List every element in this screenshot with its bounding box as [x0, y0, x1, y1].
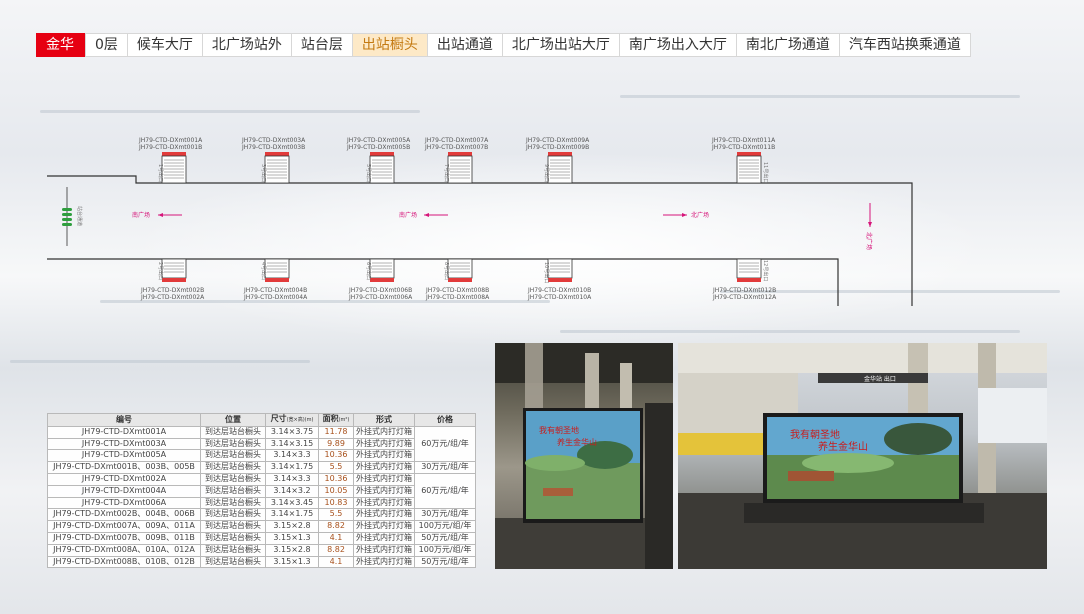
svg-text:JH79-CTD-DXmt010B: JH79-CTD-DXmt010B	[527, 287, 591, 294]
col-position: 位置	[200, 413, 266, 427]
svg-text:JH79-CTD-DXmt001B: JH79-CTD-DXmt001B	[138, 144, 202, 151]
price-cell: 50万元/组/年	[414, 555, 476, 569]
svg-text:JH79-CTD-DXmt009A: JH79-CTD-DXmt009A	[525, 137, 590, 144]
exit-top-5: JH79-CTD-DXmt005A JH79-CTD-DXmt005B 5号出口	[346, 137, 411, 184]
exit-bottom-2: 2号出口 JH79-CTD-DXmt002B JH79-CTD-DXmt002A	[140, 258, 205, 301]
svg-text:JH79-CTD-DXmt002B: JH79-CTD-DXmt002B	[140, 287, 204, 294]
price-cell: 100万元/组/年	[414, 520, 476, 533]
photo-exit-lightbox-1: 我有朝圣地 养生金华山	[495, 343, 673, 569]
exit-bottom-10: 10号出口 JH79-CTD-DXmt010B JH79-CTD-DXmt010…	[527, 258, 592, 301]
svg-text:JH79-CTD-DXmt006B: JH79-CTD-DXmt006B	[348, 287, 412, 294]
svg-text:JH79-CTD-DXmt003A: JH79-CTD-DXmt003A	[241, 137, 306, 144]
svg-text:JH79-CTD-DXmt011A: JH79-CTD-DXmt011A	[711, 137, 776, 144]
svg-text:2号出口: 2号出口	[157, 262, 164, 280]
svg-text:JH79-CTD-DXmt001A: JH79-CTD-DXmt001A	[138, 137, 203, 144]
stair-label: 站台通道	[76, 206, 83, 226]
svg-text:JH79-CTD-DXmt012B: JH79-CTD-DXmt012B	[712, 287, 776, 294]
svg-text:JH79-CTD-DXmt004A: JH79-CTD-DXmt004A	[243, 294, 308, 301]
direction-south-1: 南广场	[132, 211, 182, 219]
exit-top-1: JH79-CTD-DXmt001A JH79-CTD-DXmt001B 1号出口	[138, 137, 203, 184]
price-cell: 30万元/组/年	[414, 461, 476, 474]
svg-text:6号出口: 6号出口	[365, 262, 372, 280]
svg-text:JH79-CTD-DXmt008B: JH79-CTD-DXmt008B	[425, 287, 489, 294]
col-id: 编号	[47, 413, 201, 427]
table-row: JH79-CTD-DXmt007B、009B、011B 到达层站台橱头 3.15×1…	[47, 531, 476, 545]
ad-slogan-4: 养生金华山	[818, 440, 868, 453]
table-row: JH79-CTD-DXmt001A 到达层站台橱头 3.14×3.75 11.78 外挂…	[47, 425, 476, 463]
svg-text:JH79-CTD-DXmt010A: JH79-CTD-DXmt010A	[527, 294, 592, 301]
table-row: JH79-CTD-DXmt007A、009A、011A 到达层站台橱头 3.15×2…	[47, 520, 476, 533]
station-exit-sign: 金华站 出口	[864, 375, 896, 383]
table-row: JH79-CTD-DXmt004A 到达层站台橱头 3.14×3.2 10.05 外挂式…	[47, 484, 476, 498]
direction-south-2: 南广场	[399, 211, 448, 219]
svg-text:12号出口: 12号出口	[762, 260, 769, 281]
col-size: 尺寸(宽×高)(m)	[265, 413, 319, 427]
price-cell: 60万元/组/年	[414, 425, 476, 463]
svg-text:南广场: 南广场	[399, 211, 417, 219]
table-row: JH79-CTD-DXmt001B、003B、005B 到达层站台橱头 3.14×1…	[47, 461, 476, 474]
table-row: JH79-CTD-DXmt005A 到达层站台橱头 3.14×3.3 10.36 外挂式…	[47, 449, 476, 463]
svg-text:11号出口: 11号出口	[762, 162, 769, 183]
table-row: JH79-CTD-DXmt008A、010A、012A 到达层站台橱头 3.15×2…	[47, 543, 476, 557]
svg-text:1号出口: 1号出口	[157, 164, 164, 182]
svg-text:JH79-CTD-DXmt012A: JH79-CTD-DXmt012A	[712, 294, 777, 301]
svg-text:9号出口: 9号出口	[543, 164, 550, 182]
svg-text:3号出口: 3号出口	[260, 164, 267, 182]
exit-top-3: JH79-CTD-DXmt003A JH79-CTD-DXmt003B 3号出口	[241, 137, 306, 184]
svg-text:JH79-CTD-DXmt003B: JH79-CTD-DXmt003B	[241, 144, 305, 151]
svg-text:8号出口: 8号出口	[443, 262, 450, 280]
svg-text:4号出口: 4号出口	[260, 262, 267, 280]
svg-text:北广场: 北广场	[865, 232, 873, 250]
col-form: 形式	[353, 413, 415, 427]
table-row: JH79-CTD-DXmt003A 到达层站台橱头 3.14×3.15 9.89 外挂式…	[47, 437, 476, 451]
svg-text:JH79-CTD-DXmt005A: JH79-CTD-DXmt005A	[346, 137, 411, 144]
exit-bottom-8: 8号出口 JH79-CTD-DXmt008B JH79-CTD-DXmt008A	[425, 258, 490, 301]
price-cell: 30万元/组/年	[414, 508, 476, 522]
ad-spec-table: 编号 位置 尺寸(宽×高)(m) 面积(m²) 形式 价格 JH79-CTD-D…	[47, 413, 476, 569]
svg-text:JH79-CTD-DXmt009B: JH79-CTD-DXmt009B	[525, 144, 589, 151]
col-area: 面积(m²)	[318, 413, 354, 427]
ad-slogan-2: 养生金华山	[557, 437, 597, 447]
svg-text:JH79-CTD-DXmt005B: JH79-CTD-DXmt005B	[346, 144, 410, 151]
direction-north-1: 北广场	[663, 211, 709, 219]
table-row: JH79-CTD-DXmt002A 到达层站台橱头 3.14×3.3 10.36 外挂式…	[47, 472, 476, 510]
price-cell: 100万元/组/年	[414, 543, 476, 557]
table-row: JH79-CTD-DXmt008B、010B、012B 到达层站台橱头 3.15×1…	[47, 555, 476, 569]
platform-stair: 站台通道	[62, 187, 83, 246]
svg-text:JH79-CTD-DXmt006A: JH79-CTD-DXmt006A	[348, 294, 413, 301]
svg-text:JH79-CTD-DXmt007A: JH79-CTD-DXmt007A	[424, 137, 489, 144]
floor-plan: 站台通道 南广场 南广场 北广场 北广场 JH79-CTD-DXmt001A J…	[47, 137, 913, 306]
exit-top-7: JH79-CTD-DXmt007A JH79-CTD-DXmt007B 7号出口	[424, 137, 489, 184]
table-header-row: 编号 位置 尺寸(宽×高)(m) 面积(m²) 形式 价格	[47, 413, 476, 427]
col-price: 价格	[414, 413, 476, 427]
table-row: JH79-CTD-DXmt006A 到达层站台橱头 3.14×3.45 10.83 外挂…	[47, 496, 476, 510]
ad-slogan-1: 我有朝圣地	[539, 425, 579, 435]
table-row: JH79-CTD-DXmt002B、004B、006B 到达层站台橱头 3.14×1…	[47, 508, 476, 522]
exit-bottom-12: 12号出口 JH79-CTD-DXmt012B JH79-CTD-DXmt012…	[712, 258, 777, 301]
direction-north-2: 北广场	[865, 203, 873, 250]
svg-text:JH79-CTD-DXmt008A: JH79-CTD-DXmt008A	[425, 294, 490, 301]
price-cell: 60万元/组/年	[414, 472, 476, 510]
svg-text:南广场: 南广场	[132, 211, 150, 219]
exit-bottom-4: 4号出口 JH79-CTD-DXmt004B JH79-CTD-DXmt004A	[243, 258, 308, 301]
svg-text:JH79-CTD-DXmt011B: JH79-CTD-DXmt011B	[711, 144, 775, 151]
exit-bottom-6: 6号出口 JH79-CTD-DXmt006B JH79-CTD-DXmt006A	[348, 258, 413, 301]
svg-text:JH79-CTD-DXmt004B: JH79-CTD-DXmt004B	[243, 287, 307, 294]
svg-text:10号出口: 10号出口	[543, 262, 550, 283]
svg-text:7号出口: 7号出口	[443, 164, 450, 182]
svg-text:北广场: 北广场	[691, 211, 709, 219]
svg-text:JH79-CTD-DXmt002A: JH79-CTD-DXmt002A	[140, 294, 205, 301]
exit-top-9: JH79-CTD-DXmt009A JH79-CTD-DXmt009B 9号出口	[525, 137, 590, 184]
svg-text:5号出口: 5号出口	[365, 164, 372, 182]
svg-text:JH79-CTD-DXmt007B: JH79-CTD-DXmt007B	[424, 144, 488, 151]
photo-exit-lightbox-2: 金华站 出口 我有朝圣地 养生金华山	[678, 343, 1047, 569]
price-cell: 50万元/组/年	[414, 531, 476, 545]
exit-top-11: JH79-CTD-DXmt011A JH79-CTD-DXmt011B 11号出…	[711, 137, 776, 184]
ad-slogan-3: 我有朝圣地	[790, 428, 840, 441]
